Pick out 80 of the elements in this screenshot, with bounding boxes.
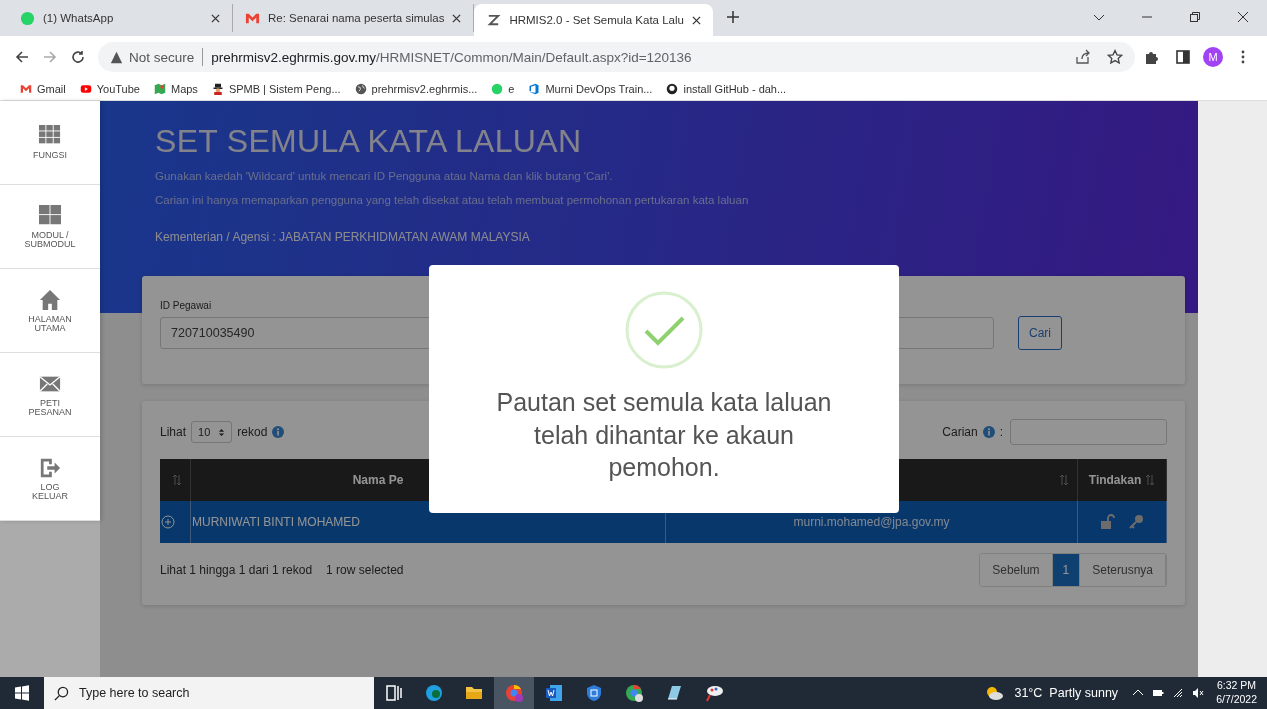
table-search-field[interactable] <box>1010 419 1167 445</box>
records-info: Lihat 1 hingga 1 dari 1 rekod <box>160 563 313 577</box>
close-icon[interactable] <box>691 15 701 25</box>
close-icon[interactable] <box>452 13 462 23</box>
expand-icon[interactable] <box>161 515 175 529</box>
updown-icon <box>218 427 226 437</box>
search-icon <box>54 685 69 701</box>
colon-text: : <box>999 425 1003 439</box>
column-header[interactable]: Tindakan <box>1077 459 1167 501</box>
globe-icon <box>354 83 367 95</box>
browser-icon[interactable] <box>624 683 644 703</box>
bookmark-label: e <box>508 83 515 95</box>
battery-icon[interactable] <box>1152 687 1165 699</box>
clock[interactable]: 6:32 PM 6/7/2022 <box>1216 679 1257 707</box>
back-icon[interactable] <box>14 49 30 65</box>
map-pin-icon <box>153 83 166 95</box>
sidebar-label: LOG KELUAR <box>32 482 68 501</box>
sidebar-label: FUNGSI <box>33 151 67 160</box>
sidebar-label: PETI PESANAN <box>28 398 72 417</box>
grid-icon <box>39 204 61 227</box>
browser-tab[interactable]: HRMIS2.0 - Set Semula Kata Lalu <box>474 4 713 36</box>
new-tab-icon[interactable] <box>726 11 739 23</box>
taskbar-search-field[interactable]: Type here to search <box>44 677 374 709</box>
page-size-select[interactable]: 10 <box>191 421 233 443</box>
profile-avatar[interactable]: M <box>1203 47 1223 67</box>
info-icon[interactable] <box>272 426 285 438</box>
address-bar[interactable]: Not secure prehrmisv2.eghrmis.gov.my/HRMISNET/Common/Main/Default.aspx?id=120136 <box>98 42 1135 72</box>
windows-start-icon[interactable] <box>14 685 30 701</box>
instruction-text: Gunakan kaedah 'Wildcard' untuk mencari ID Pengguna atau Nama dan klik butang 'Cari'. <box>155 170 614 182</box>
info-icon[interactable] <box>982 426 995 438</box>
security-label: Not secure <box>129 49 195 65</box>
reload-icon[interactable] <box>70 49 86 65</box>
share-icon[interactable] <box>1075 49 1091 65</box>
edge-icon[interactable] <box>424 683 444 703</box>
field-label: ID Pegawai <box>160 300 213 311</box>
records-label: rekod <box>237 425 268 439</box>
url-text: prehrmisv2.eghrmis.gov.my/HRMISNET/Common/Main/Default.aspx?id=120136 <box>211 49 692 65</box>
puzzle-icon[interactable] <box>1143 49 1159 65</box>
close-icon[interactable] <box>211 13 220 23</box>
browser-tab[interactable]: (1) WhatsApp <box>8 4 233 32</box>
bookmark[interactable]: Gmail <box>20 83 66 95</box>
bookmark-label: Maps <box>170 83 198 95</box>
mail-logo-icon <box>20 83 32 95</box>
side-panel-icon[interactable] <box>1175 49 1191 65</box>
figure-icon <box>211 83 224 95</box>
bookmark-label: YouTube <box>96 83 140 95</box>
bookmark[interactable]: YouTube <box>79 83 140 95</box>
star-icon[interactable] <box>1107 49 1123 65</box>
bookmark[interactable]: e <box>491 83 515 95</box>
logo-icon <box>486 12 502 28</box>
home-icon <box>39 288 61 311</box>
weather-text[interactable]: 31°C Partly sunny <box>1014 686 1119 700</box>
tab-title: Re: Senarai nama peserta simulas <box>268 12 445 24</box>
shield-icon[interactable] <box>584 683 604 703</box>
instruction-text: Carian ini hanya memaparkan pengguna yang telah disekat atau telah membuat permohonan pertukaran kata laluan <box>155 194 750 206</box>
show-label: Lihat <box>160 425 187 439</box>
check-icon <box>624 290 704 370</box>
sidebar-label: MODUL / SUBMODUL <box>24 230 76 249</box>
search-label: Carian <box>942 425 978 439</box>
play-logo-icon <box>79 83 92 95</box>
task-view-icon[interactable] <box>384 683 404 703</box>
tab-title: HRMIS2.0 - Set Semula Kata Lalu <box>509 14 684 26</box>
word-icon[interactable] <box>544 683 564 703</box>
browser-icon <box>504 683 524 703</box>
restore-icon[interactable] <box>1189 11 1201 23</box>
bookmark[interactable]: Maps <box>153 83 198 95</box>
page-title: SET SEMULA KATA LALUAN <box>155 123 583 160</box>
speaker-muted-icon[interactable] <box>1192 687 1205 699</box>
paint-icon[interactable] <box>704 683 724 703</box>
close-icon[interactable] <box>1237 11 1249 23</box>
wifi-icon[interactable] <box>1172 687 1185 699</box>
selection-info: 1 row selected <box>326 563 404 577</box>
agency-text: Kementerian / Agensi : JABATAN PERKHIDMATAN AWAM MALAYSIA <box>155 230 531 244</box>
logout-icon <box>39 456 61 479</box>
warning-icon <box>110 50 123 64</box>
bookmark-label: Gmail <box>37 83 66 95</box>
sidebar-label: HALAMAN UTAMA <box>28 314 72 333</box>
search-button[interactable]: Cari <box>1018 316 1062 350</box>
page-button[interactable]: Sebelum <box>980 554 1053 586</box>
tab-title: (1) WhatsApp <box>43 12 115 24</box>
